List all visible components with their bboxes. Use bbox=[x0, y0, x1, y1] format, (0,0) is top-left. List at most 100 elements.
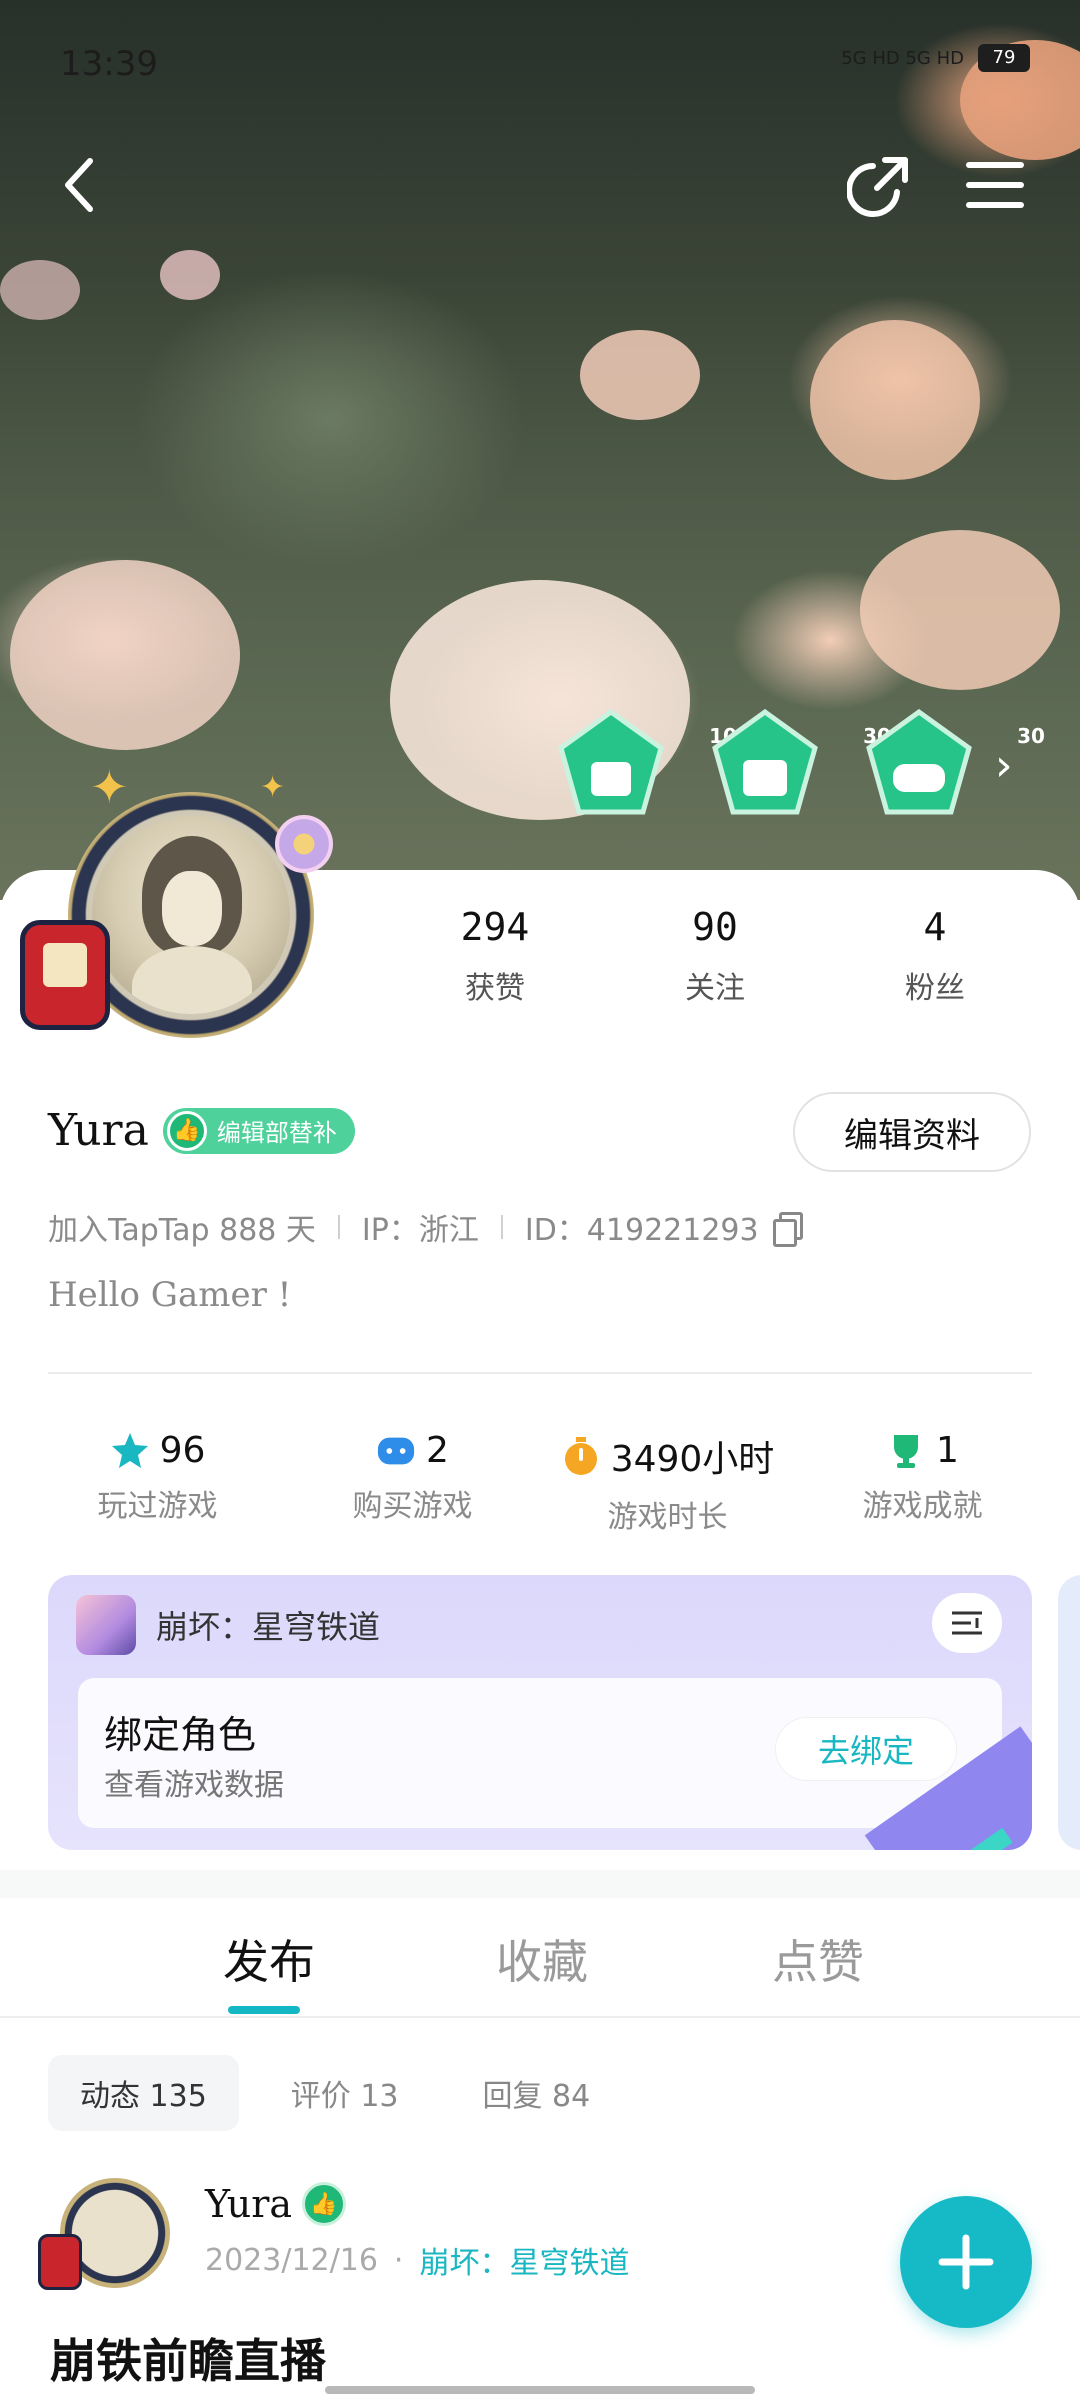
tab-posts[interactable]: 发布 bbox=[223, 1926, 315, 1992]
post-author-row: Yura 👍 bbox=[205, 2182, 347, 2226]
feed-post[interactable]: Yura 👍 2023/12/16 · 崩坏：星穹铁道 崩铁前瞻直播 bbox=[30, 2160, 1050, 2400]
sub-tabs: 动态 135 评价 13 回复 84 bbox=[48, 2055, 622, 2131]
avatar[interactable]: ✦ ✦ bbox=[20, 760, 333, 1060]
game-binding-card[interactable]: 崩坏：星穹铁道 绑定角色 查看游戏数据 去绑定 bbox=[48, 1575, 1032, 1850]
title-badge[interactable]: 👍 编辑部替补 bbox=[162, 1107, 355, 1154]
stat-value: 1 bbox=[936, 1430, 959, 1471]
list-settings-icon bbox=[952, 1611, 982, 1635]
username: Yura bbox=[48, 1105, 149, 1156]
chevron-left-icon bbox=[65, 158, 93, 212]
share-button[interactable] bbox=[845, 150, 915, 220]
back-button[interactable] bbox=[45, 150, 115, 220]
subtab-moments[interactable]: 动态 135 bbox=[48, 2055, 239, 2131]
post-title: 崩铁前瞻直播 bbox=[50, 2334, 326, 2388]
flower-decoration bbox=[860, 530, 1060, 690]
stat-following[interactable]: 90 关注 bbox=[605, 905, 825, 1007]
thumbs-up-icon: 👍 bbox=[302, 2182, 347, 2226]
stat-label: 获赞 bbox=[465, 971, 525, 1006]
battery-icon: 79 bbox=[978, 44, 1030, 72]
content-tabs: 发布 收藏 点赞 bbox=[0, 1898, 1080, 2018]
stat-label: 关注 bbox=[685, 971, 745, 1006]
trophy-icon bbox=[886, 1431, 926, 1471]
badge-gamepad[interactable]: 30 bbox=[863, 708, 1045, 820]
stat-value: 96 bbox=[159, 1430, 206, 1471]
status-icons: 5G HD 5G HD 79 bbox=[841, 44, 1030, 72]
badge-editor[interactable]: 10 bbox=[555, 708, 737, 820]
next-game-card[interactable] bbox=[1058, 1575, 1080, 1850]
gamepad-icon bbox=[376, 1431, 416, 1471]
divider bbox=[337, 1215, 340, 1239]
game-header: 崩坏：星穹铁道 bbox=[76, 1595, 380, 1655]
stat-label: 玩过游戏 bbox=[97, 1489, 218, 1524]
flower-decoration bbox=[580, 330, 700, 420]
stat-value: 3490小时 bbox=[610, 1439, 775, 1480]
tab-likes[interactable]: 点赞 bbox=[772, 1926, 864, 1992]
post-meta: 2023/12/16 · 崩坏：星穹铁道 bbox=[205, 2238, 629, 2282]
menu-button[interactable] bbox=[960, 150, 1030, 220]
stat-achievements[interactable]: 1 游戏成就 bbox=[795, 1430, 1050, 1536]
game-card-settings-button[interactable] bbox=[932, 1593, 1002, 1653]
post-author-name[interactable]: Yura bbox=[205, 2182, 292, 2226]
post-author-avatar[interactable] bbox=[38, 2170, 178, 2300]
title-badge-label: 编辑部替补 bbox=[216, 1119, 337, 1147]
star-icon: ✦ bbox=[90, 760, 129, 814]
tab-indicator bbox=[228, 2006, 300, 2014]
bind-button[interactable]: 去绑定 bbox=[776, 1718, 956, 1780]
plus-icon bbox=[938, 2234, 994, 2290]
tab-favorites[interactable]: 收藏 bbox=[496, 1926, 588, 1992]
timer-icon bbox=[561, 1436, 601, 1476]
badge-calendar[interactable]: 30 bbox=[709, 708, 891, 820]
user-id: ID：419221293 bbox=[524, 1213, 759, 1248]
stat-label: 粉丝 bbox=[905, 971, 965, 1006]
achievement-badges[interactable]: 10 30 30 bbox=[555, 708, 1045, 820]
divider bbox=[500, 1215, 503, 1239]
joined-days: 加入TapTap 888 天 bbox=[48, 1213, 316, 1248]
star-icon bbox=[110, 1431, 150, 1471]
share-icon bbox=[847, 157, 908, 217]
stat-followers[interactable]: 4 粉丝 bbox=[825, 905, 1045, 1007]
network-label: 5G HD 5G HD bbox=[841, 47, 964, 69]
stat-value: 2 bbox=[426, 1430, 449, 1471]
status-bar: 13:39 5G HD 5G HD 79 bbox=[0, 0, 1080, 120]
flower-icon bbox=[275, 815, 333, 873]
flower-decoration bbox=[160, 250, 220, 300]
edit-profile-button[interactable]: 编辑资料 bbox=[793, 1092, 1031, 1172]
subtab-reviews[interactable]: 评价 13 bbox=[259, 2055, 431, 2131]
stat-purchased-games[interactable]: 2 购买游戏 bbox=[285, 1430, 540, 1536]
name-row: Yura 👍 编辑部替补 bbox=[48, 1105, 355, 1156]
menu-icon bbox=[966, 162, 1024, 208]
bind-role-title: 绑定角色 bbox=[104, 1713, 257, 1757]
post-date: 2023/12/16 bbox=[205, 2242, 378, 2278]
flower-decoration bbox=[10, 560, 240, 750]
subtab-replies[interactable]: 回复 84 bbox=[451, 2055, 623, 2131]
stat-value: 90 bbox=[692, 905, 738, 949]
stat-label: 游戏时长 bbox=[607, 1500, 728, 1535]
game-name: 崩坏：星穹铁道 bbox=[156, 1608, 381, 1646]
post-separator: · bbox=[393, 2242, 404, 2278]
flower-decoration bbox=[0, 260, 80, 320]
game-icon bbox=[76, 1595, 136, 1655]
flower-decoration bbox=[810, 320, 980, 480]
copy-icon[interactable] bbox=[772, 1212, 803, 1247]
badges-more-arrow-icon[interactable]: › bbox=[995, 740, 1013, 791]
bind-role-subtitle: 查看游戏数据 bbox=[104, 1768, 284, 1803]
bio: Hello Gamer ! bbox=[48, 1275, 292, 1315]
stat-value: 4 bbox=[923, 905, 947, 949]
stat-label: 购买游戏 bbox=[352, 1489, 473, 1524]
avatar-frame-decoration bbox=[20, 920, 110, 1030]
stat-value: 294 bbox=[460, 905, 530, 949]
stat-play-time[interactable]: 3490小时 游戏时长 bbox=[540, 1430, 795, 1536]
home-indicator[interactable] bbox=[325, 2386, 755, 2394]
badge-number: 30 bbox=[1017, 724, 1045, 748]
thumbs-up-icon: 👍 bbox=[166, 1110, 207, 1151]
bind-role-panel: 绑定角色 查看游戏数据 去绑定 bbox=[78, 1678, 1002, 1828]
create-post-button[interactable] bbox=[900, 2196, 1032, 2328]
stat-likes[interactable]: 294 获赞 bbox=[385, 905, 605, 1007]
game-stats: 96 玩过游戏 2 购买游戏 3490小时 游戏时长 1 游戏成就 bbox=[30, 1430, 1050, 1536]
status-time: 13:39 bbox=[60, 44, 158, 84]
post-game-link[interactable]: 崩坏：星穹铁道 bbox=[419, 2238, 629, 2282]
divider bbox=[48, 1372, 1032, 1374]
stat-played-games[interactable]: 96 玩过游戏 bbox=[30, 1430, 285, 1536]
ip-location: IP：浙江 bbox=[361, 1213, 479, 1248]
section-divider bbox=[0, 1870, 1080, 1898]
